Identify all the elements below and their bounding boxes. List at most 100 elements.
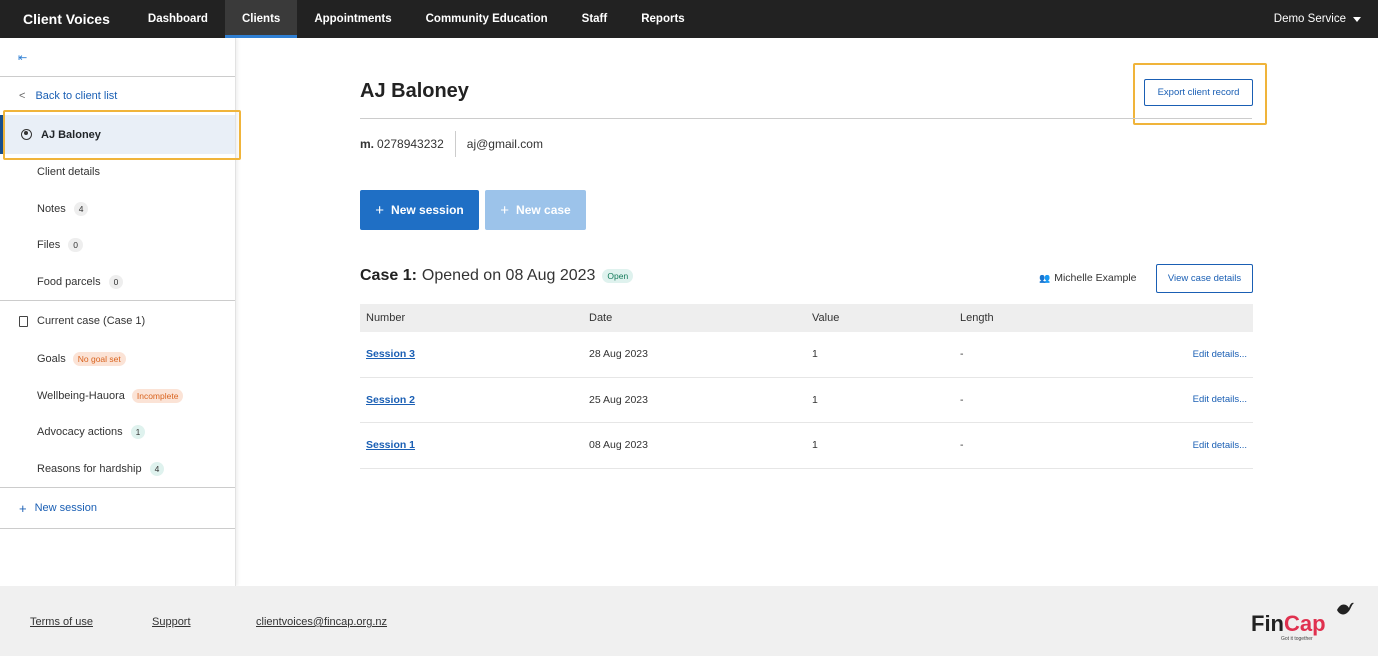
session-length: - (960, 439, 964, 452)
sidebar-client-name: AJ Baloney (41, 128, 101, 141)
sidebar-item-label: Reasons for hardship (37, 462, 142, 475)
service-label: Demo Service (1273, 13, 1346, 25)
status-badge: No goal set (72, 352, 126, 367)
sidebar-item-food-parcels[interactable]: Food parcels 0 (0, 264, 235, 301)
service-dropdown[interactable]: Demo Service (1274, 0, 1378, 38)
case-number: Case 1: (360, 267, 417, 284)
sidebar-item-reasons-for-hardship[interactable]: Reasons for hardship 4 (0, 451, 235, 488)
plus-icon: + (375, 201, 385, 219)
sidebar-item-label: Wellbeing-Hauora (37, 389, 125, 402)
case-opened-date: Opened on 08 Aug 2023 (421, 267, 596, 284)
edit-details-link[interactable]: Edit details... (1193, 349, 1247, 360)
sidebar-item-wellbeing[interactable]: Wellbeing-Hauora Incomplete (0, 378, 235, 415)
session-link[interactable]: Session 3 (366, 348, 415, 360)
client-contact: m. 0278943232 aj@gmail.com (360, 131, 543, 157)
back-label: Back to client list (35, 90, 118, 102)
phone-prefix: m. (360, 137, 375, 151)
edit-details-link[interactable]: Edit details... (1193, 394, 1247, 405)
nav-clients[interactable]: Clients (224, 0, 298, 38)
collapse-left-icon: ⇤ (18, 51, 28, 64)
table-row: Session 3 28 Aug 2023 1 - Edit details..… (360, 332, 1253, 378)
user-circle-icon (21, 129, 32, 140)
status-badge: Incomplete (131, 388, 184, 403)
footer: Terms of use Support clientvoices@fincap… (0, 586, 1378, 656)
client-email: aj@gmail.com (466, 137, 543, 151)
session-length: - (960, 348, 964, 361)
sessions-table: Number Date Value Length Session 3 28 Au… (360, 304, 1253, 469)
sidebar-item-goals[interactable]: Goals No goal set (0, 341, 235, 378)
sidebar-item-client-details[interactable]: Client details (0, 154, 235, 191)
nav-dashboard[interactable]: Dashboard (131, 0, 225, 38)
sidebar-item-current-case[interactable]: Current case (Case 1) (0, 301, 235, 341)
table-row: Session 2 25 Aug 2023 1 - Edit details..… (360, 378, 1253, 423)
count-badge: 4 (149, 461, 165, 476)
count-badge: 0 (108, 274, 124, 289)
session-date: 08 Aug 2023 (589, 439, 648, 452)
sidebar-item-label: Client details (37, 166, 100, 179)
case-title: Case 1: Opened on 08 Aug 2023 Open (360, 267, 634, 285)
session-value: 1 (812, 393, 818, 406)
support-link[interactable]: Support (152, 616, 191, 628)
edit-details-link[interactable]: Edit details... (1193, 440, 1247, 451)
divider (360, 118, 1252, 119)
sidebar: ⇤ < Back to client list AJ Baloney Clien… (0, 38, 236, 586)
users-icon: 👥 (1039, 272, 1051, 283)
table-header: Number Date Value Length (360, 304, 1253, 332)
count-badge: 0 (68, 238, 83, 253)
plus-icon: + (500, 201, 510, 219)
table-row: Session 1 08 Aug 2023 1 - Edit details..… (360, 423, 1253, 469)
divider (454, 131, 456, 157)
column-header: Date (589, 312, 613, 324)
new-session-label: New session (34, 502, 97, 514)
sidebar-item-label: Advocacy actions (37, 426, 123, 439)
new-session-button-label: New session (391, 203, 464, 217)
session-length: - (960, 393, 964, 406)
sidebar-item-label: Notes (37, 202, 66, 215)
count-badge: 1 (130, 425, 146, 440)
sidebar-item-advocacy-actions[interactable]: Advocacy actions 1 (0, 414, 235, 451)
nav-reports[interactable]: Reports (624, 0, 701, 38)
session-link[interactable]: Session 2 (366, 394, 415, 406)
session-value: 1 (812, 439, 818, 452)
nav-appointments[interactable]: Appointments (297, 0, 408, 38)
caret-down-icon (1353, 16, 1361, 22)
export-client-record-button[interactable]: Export client record (1144, 79, 1253, 106)
contact-email-link[interactable]: clientvoices@fincap.org.nz (256, 616, 387, 628)
session-date: 25 Aug 2023 (589, 393, 648, 406)
count-badge: 4 (73, 201, 89, 216)
brand-link[interactable]: Client Voices (0, 0, 131, 38)
view-case-details-button[interactable]: View case details (1156, 264, 1253, 293)
logo-tagline: Got it together (1281, 636, 1313, 642)
session-value: 1 (812, 348, 818, 361)
sidebar-item-files[interactable]: Files 0 (0, 227, 235, 264)
sidebar-item-notes[interactable]: Notes 4 (0, 191, 235, 228)
sidebar-new-session-link[interactable]: + New session (0, 488, 235, 528)
page-title: AJ Baloney (360, 80, 469, 102)
sidebar-item-label: Food parcels (37, 275, 101, 288)
sidebar-item-label: Files (37, 239, 61, 252)
logo-cap: Cap (1284, 611, 1326, 636)
nav-staff[interactable]: Staff (565, 0, 625, 38)
session-link[interactable]: Session 1 (366, 439, 415, 451)
new-session-button[interactable]: + New session (360, 190, 479, 230)
collapse-sidebar-button[interactable]: ⇤ (0, 38, 235, 77)
top-navbar: Client Voices Dashboard Clients Appointm… (0, 0, 1378, 38)
terms-of-use-link[interactable]: Terms of use (30, 616, 93, 628)
new-case-button-label: New case (516, 203, 571, 217)
clipboard-icon (19, 315, 28, 327)
back-to-client-list-link[interactable]: < Back to client list (0, 77, 235, 115)
column-header: Value (812, 312, 840, 324)
status-badge: Open (602, 269, 634, 283)
plus-icon: + (19, 500, 27, 516)
logo-fin: Fin (1251, 611, 1284, 636)
column-header: Number (366, 312, 406, 324)
sidebar-item-label: Goals (37, 353, 66, 366)
new-case-button[interactable]: + New case (485, 190, 586, 230)
case-assignee: 👥 Michelle Example (1039, 272, 1137, 284)
assignee-name: Michelle Example (1054, 272, 1137, 284)
session-date: 28 Aug 2023 (589, 348, 648, 361)
bird-icon (1337, 602, 1354, 615)
sidebar-item-client[interactable]: AJ Baloney (0, 115, 235, 154)
column-header: Length (960, 312, 994, 324)
nav-community-education[interactable]: Community Education (409, 0, 565, 38)
